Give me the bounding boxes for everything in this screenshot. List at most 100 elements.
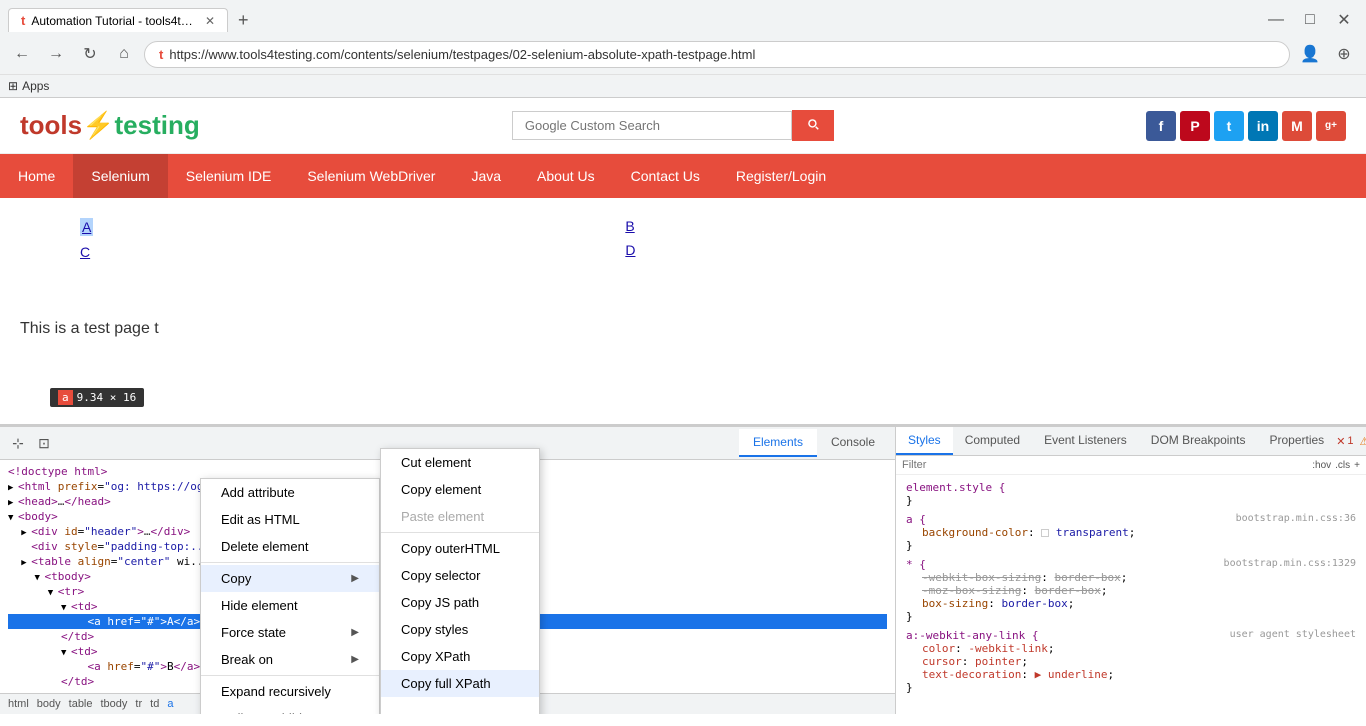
- nav-register[interactable]: Register/Login: [718, 154, 844, 198]
- cm-copy-xpath[interactable]: Copy XPath: [381, 643, 539, 670]
- add-extension-button[interactable]: ⊕: [1330, 40, 1358, 68]
- cm-collapse-children[interactable]: Collapse children: [201, 705, 379, 714]
- bread-html[interactable]: html: [8, 698, 29, 710]
- nav-contact-us[interactable]: Contact Us: [613, 154, 718, 198]
- dt-tab-properties[interactable]: Properties: [1257, 427, 1336, 455]
- nav-selenium-webdriver[interactable]: Selenium WebDriver: [289, 154, 453, 198]
- styles-panel: element.style { } a { bootstrap.min.css:…: [896, 475, 1366, 714]
- home-button[interactable]: ⌂: [110, 40, 138, 68]
- apps-grid-icon: ⊞: [8, 79, 18, 93]
- link-c[interactable]: C: [80, 244, 93, 260]
- devtools-tab-console[interactable]: Console: [817, 429, 889, 457]
- pinterest-icon[interactable]: P: [1180, 111, 1210, 141]
- logo-testing: testing: [114, 110, 199, 140]
- cm-cut-element[interactable]: Cut element: [381, 449, 539, 476]
- cm-copy-jspath[interactable]: Copy JS path: [381, 589, 539, 616]
- cm-add-attribute[interactable]: Add attribute: [201, 479, 379, 506]
- page-wrapper: tools⚡testing f P t in M g+ Home Seleniu…: [0, 98, 1366, 714]
- style-cursor: cursor: pointer;: [906, 655, 1356, 668]
- devtools-select-icon[interactable]: ⊹: [6, 431, 30, 455]
- cm-sep2: [201, 675, 379, 676]
- style-color: color: -webkit-link;: [906, 642, 1356, 655]
- style-element-close: }: [906, 494, 1356, 507]
- search-input[interactable]: [512, 111, 792, 140]
- linkedin-icon[interactable]: in: [1248, 111, 1278, 141]
- new-tab-button[interactable]: +: [232, 8, 255, 33]
- bread-table[interactable]: table: [69, 698, 93, 710]
- bread-body[interactable]: body: [37, 698, 61, 710]
- googleplus-icon[interactable]: g+: [1316, 111, 1346, 141]
- error-badge: ✕ 1: [1336, 435, 1353, 448]
- bread-tr[interactable]: tr: [135, 698, 142, 710]
- cm-copy[interactable]: Copy ▶: [201, 565, 379, 592]
- nav-home[interactable]: Home: [0, 154, 73, 198]
- cm-paste-element[interactable]: Paste element: [381, 503, 539, 530]
- logo-tools: tools: [20, 110, 82, 140]
- nav-selenium[interactable]: Selenium: [73, 154, 167, 198]
- cm-copy-element[interactable]: Copy element: [381, 476, 539, 503]
- style-star-close: }: [906, 610, 1356, 623]
- filter-hov[interactable]: :hov: [1312, 460, 1331, 471]
- link-a[interactable]: A: [80, 218, 93, 236]
- facebook-icon[interactable]: f: [1146, 111, 1176, 141]
- nav-selenium-ide[interactable]: Selenium IDE: [168, 154, 290, 198]
- cm-expand-recursively[interactable]: Expand recursively: [201, 678, 379, 705]
- cm-copy-selector[interactable]: Copy selector: [381, 562, 539, 589]
- maximize-button[interactable]: □: [1296, 6, 1324, 34]
- filter-input[interactable]: [902, 459, 1306, 471]
- copy-arrow-icon: ▶: [351, 573, 359, 584]
- dt-tab-dom-breakpoints[interactable]: DOM Breakpoints: [1139, 427, 1258, 455]
- style-a-origin: bootstrap.min.css:36: [1236, 513, 1356, 524]
- cm-break-on[interactable]: Break on ▶: [201, 646, 379, 673]
- style-box: box-sizing: border-box;: [906, 597, 1356, 610]
- devtools-tab-elements[interactable]: Elements: [739, 429, 817, 457]
- twitter-icon[interactable]: t: [1214, 111, 1244, 141]
- dt-tab-event-listeners[interactable]: Event Listeners: [1032, 427, 1139, 455]
- bread-tbody[interactable]: tbody: [101, 698, 128, 710]
- minimize-button[interactable]: —: [1262, 6, 1290, 34]
- browser-chrome: t Automation Tutorial - tools4testi ✕ + …: [0, 0, 1366, 98]
- cm-copy-outerhtml[interactable]: Copy outerHTML: [381, 535, 539, 562]
- search-button[interactable]: [792, 110, 834, 141]
- filter-cls[interactable]: .cls: [1335, 460, 1350, 471]
- cm-delete-element[interactable]: Delete element: [201, 533, 379, 560]
- cm-copy-styles[interactable]: Copy styles: [381, 616, 539, 643]
- style-star-origin: bootstrap.min.css:1329: [1224, 558, 1356, 569]
- nav-java[interactable]: Java: [453, 154, 519, 198]
- search-area: [512, 110, 834, 141]
- bread-a[interactable]: a: [167, 698, 173, 710]
- refresh-button[interactable]: ↻: [76, 40, 104, 68]
- cm-hide[interactable]: Hide element: [201, 592, 379, 619]
- break-arrow-icon: ▶: [351, 654, 359, 665]
- browser-tab[interactable]: t Automation Tutorial - tools4testi ✕: [8, 8, 228, 32]
- tooltip-letter: a: [58, 390, 73, 405]
- context-menu: Add attribute Edit as HTML Delete elemen…: [200, 478, 380, 714]
- link-d[interactable]: D: [625, 242, 635, 258]
- dt-tab-styles[interactable]: Styles: [896, 427, 953, 455]
- devtools-device-icon[interactable]: ⊡: [32, 431, 56, 455]
- apps-label[interactable]: Apps: [22, 79, 49, 93]
- filter-add-icon[interactable]: +: [1354, 460, 1360, 471]
- close-window-button[interactable]: ✕: [1330, 6, 1358, 34]
- profile-button[interactable]: 👤: [1296, 40, 1324, 68]
- address-bar[interactable]: t https://www.tools4testing.com/contents…: [144, 41, 1290, 68]
- tab-close-icon[interactable]: ✕: [205, 14, 215, 28]
- cm-copy-full-xpath[interactable]: Copy full XPath: [381, 670, 539, 697]
- nav-about-us[interactable]: About Us: [519, 154, 613, 198]
- cm-sep1: [201, 562, 379, 563]
- cm-edit-html[interactable]: Edit as HTML: [201, 506, 379, 533]
- back-button[interactable]: ←: [8, 40, 36, 68]
- style-a: a { bootstrap.min.css:36 background-colo…: [906, 513, 1356, 552]
- nav-menu: Home Selenium Selenium IDE Selenium WebD…: [0, 154, 1366, 198]
- logo-bolt: ⚡: [82, 110, 114, 140]
- style-webkit-selector: a:-webkit-any-link { user agent styleshe…: [906, 629, 1356, 642]
- warning-badge: ⚠ 2: [1360, 435, 1366, 448]
- bread-td[interactable]: td: [150, 698, 159, 710]
- apps-bar: ⊞ Apps: [0, 74, 1366, 97]
- copy-submenu: Cut element Copy element Paste element C…: [380, 448, 540, 714]
- email-icon[interactable]: M: [1282, 111, 1312, 141]
- link-b[interactable]: B: [625, 218, 635, 234]
- forward-button[interactable]: →: [42, 40, 70, 68]
- cm-force-state[interactable]: Force state ▶: [201, 619, 379, 646]
- dt-tab-computed[interactable]: Computed: [953, 427, 1032, 455]
